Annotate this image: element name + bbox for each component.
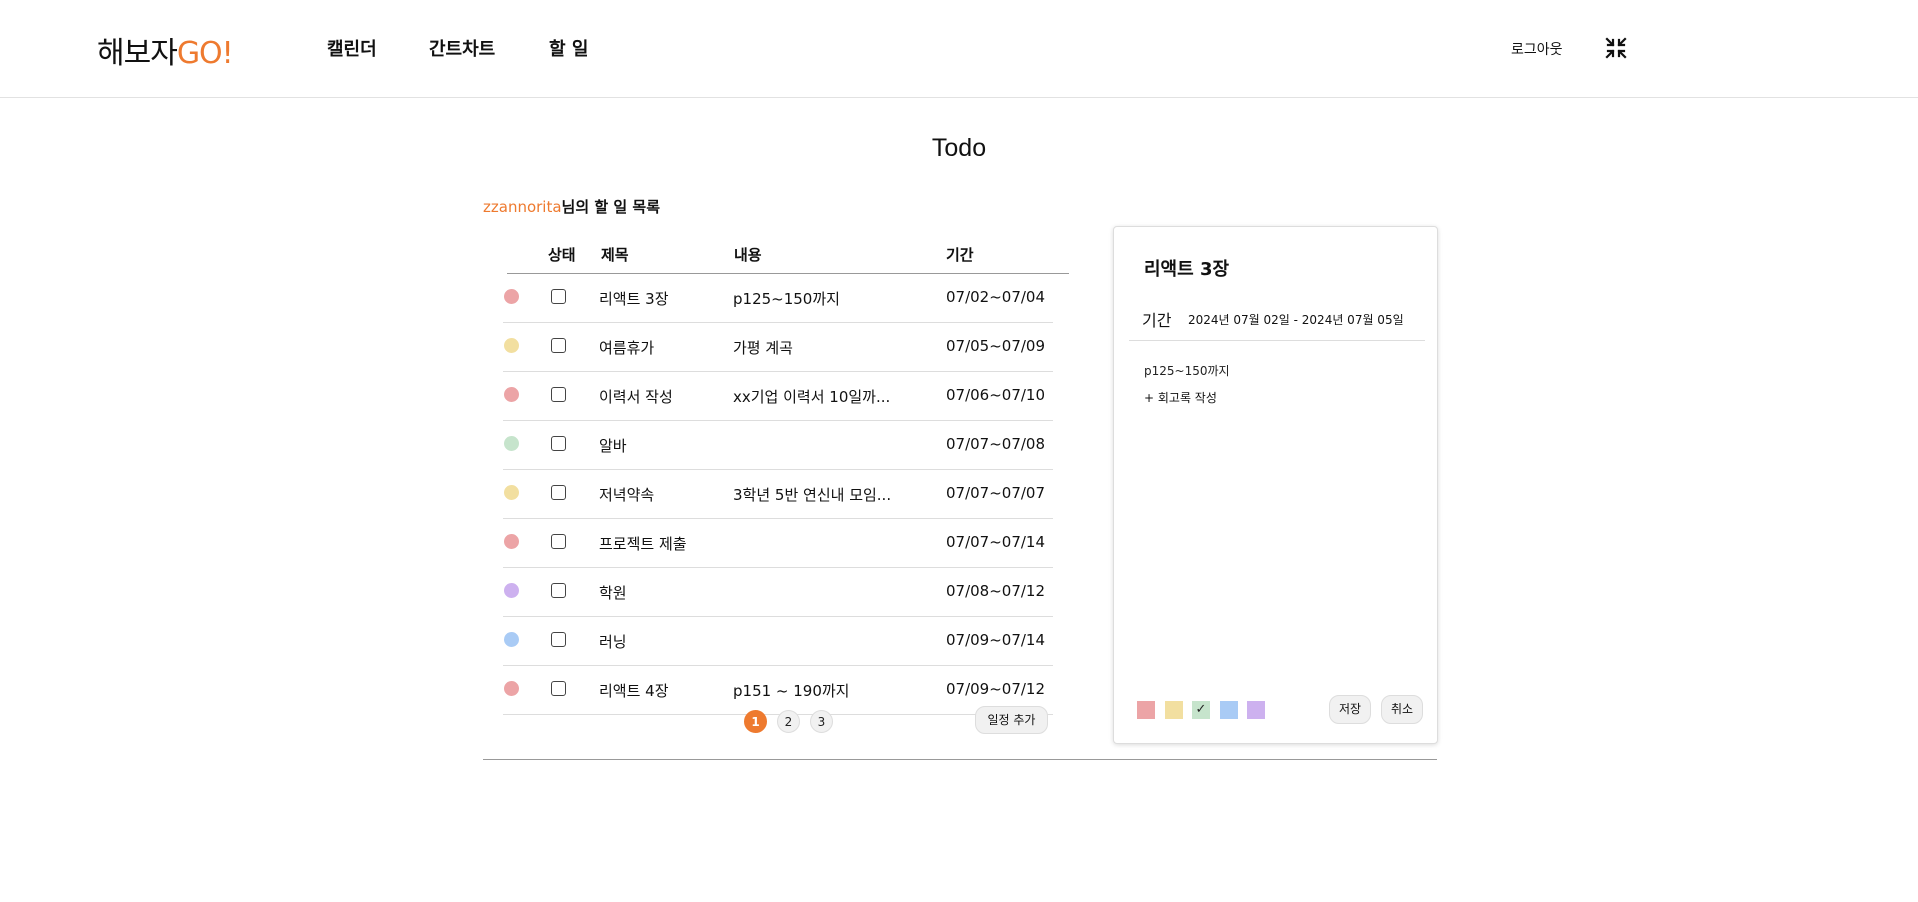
row-title: 러닝 (599, 633, 627, 651)
row-title: 학원 (599, 584, 627, 602)
logo-text: 해보자 (97, 36, 178, 71)
row-period: 07/06~07/10 (946, 386, 1046, 404)
complete-checkbox[interactable] (551, 534, 566, 549)
detail-period-value[interactable]: 2024년 07월 02일 - 2024년 07월 05일 (1188, 311, 1404, 328)
cancel-button[interactable]: 취소 (1381, 695, 1423, 724)
color-swatch-green[interactable]: ✓ (1192, 701, 1210, 719)
row-content: 3학년 5반 연신내 모임... (733, 486, 892, 504)
detail-content[interactable]: p125~150까지 (1144, 362, 1230, 379)
status-dot (504, 534, 519, 549)
page-2-button[interactable]: 2 (777, 710, 800, 733)
nav-calendar[interactable]: 캘린더 (327, 35, 377, 61)
collapse-arrows-icon[interactable] (1604, 36, 1628, 60)
username: zzannorita (483, 198, 562, 216)
status-dot (504, 436, 519, 451)
row-content: xx기업 이력서 10일까... (733, 388, 891, 406)
row-content: 가평 계곡 (733, 339, 793, 357)
row-period: 07/07~07/07 (946, 484, 1046, 502)
header-title: 제목 (601, 246, 629, 264)
color-swatch-red[interactable] (1137, 701, 1155, 719)
app-logo[interactable]: 해보자GO! (97, 28, 234, 72)
row-title: 알바 (599, 437, 627, 455)
complete-checkbox[interactable] (551, 583, 566, 598)
row-period: 07/05~07/09 (946, 337, 1046, 355)
complete-checkbox[interactable] (551, 436, 566, 451)
check-icon: ✓ (1195, 702, 1207, 717)
table-row[interactable]: 저녁약속 3학년 5반 연신내 모임... 07/07~07/07 (503, 470, 1053, 519)
row-title: 리액트 4장 (599, 682, 669, 700)
top-header: 해보자GO! 캘린더 간트차트 할 일 로그아웃 (0, 0, 1918, 98)
status-dot (504, 289, 519, 304)
status-dot (504, 583, 519, 598)
complete-checkbox[interactable] (551, 485, 566, 500)
add-schedule-button[interactable]: 일정 추가 (975, 706, 1048, 734)
row-period: 07/09~07/12 (946, 680, 1046, 698)
row-title: 프로젝트 제출 (599, 535, 687, 553)
complete-checkbox[interactable] (551, 338, 566, 353)
status-dot (504, 681, 519, 696)
row-period: 07/07~07/14 (946, 533, 1046, 551)
row-period: 07/07~07/08 (946, 435, 1046, 453)
divider (483, 759, 1437, 760)
table-row[interactable]: 프로젝트 제출 07/07~07/14 (503, 519, 1053, 568)
page-3-button[interactable]: 3 (810, 710, 833, 733)
table-row[interactable]: 알바 07/07~07/08 (503, 421, 1053, 470)
row-title: 저녁약속 (599, 486, 655, 504)
row-content: p125~150까지 (733, 290, 840, 308)
owner-suffix: 님의 할 일 목록 (561, 198, 661, 216)
complete-checkbox[interactable] (551, 632, 566, 647)
page-title: Todo (931, 134, 987, 162)
row-period: 07/09~07/14 (946, 631, 1046, 649)
table-row[interactable]: 학원 07/08~07/12 (503, 568, 1053, 617)
nav-gantt-chart[interactable]: 간트차트 (429, 35, 495, 61)
complete-checkbox[interactable] (551, 289, 566, 304)
detail-title: 리액트 3장 (1144, 259, 1230, 280)
color-swatch-purple[interactable] (1247, 701, 1265, 719)
row-period: 07/02~07/04 (946, 288, 1046, 306)
table-row[interactable]: 러닝 07/09~07/14 (503, 617, 1053, 666)
color-swatch-blue[interactable] (1220, 701, 1238, 719)
detail-divider (1129, 340, 1425, 341)
status-dot (504, 387, 519, 402)
color-swatch-yellow[interactable] (1165, 701, 1183, 719)
header-status: 상태 (548, 246, 576, 264)
nav-todo[interactable]: 할 일 (549, 35, 588, 61)
row-period: 07/08~07/12 (946, 582, 1046, 600)
write-review-link[interactable]: + 회고록 작성 (1144, 389, 1217, 406)
logo-go: GO! (176, 36, 234, 71)
page-1-button[interactable]: 1 (744, 710, 767, 733)
row-title: 리액트 3장 (599, 290, 669, 308)
table-row[interactable]: 리액트 3장 p125~150까지 07/02~07/04 (503, 274, 1053, 323)
header-content: 내용 (734, 246, 762, 264)
row-content: p151 ~ 190까지 (733, 682, 850, 700)
complete-checkbox[interactable] (551, 681, 566, 696)
table-row[interactable]: 여름휴가 가평 계곡 07/05~07/09 (503, 323, 1053, 372)
todo-detail-panel: 리액트 3장 기간 2024년 07월 02일 - 2024년 07월 05일 … (1113, 226, 1438, 744)
logout-button[interactable]: 로그아웃 (1511, 39, 1563, 59)
detail-period-label: 기간 (1142, 311, 1172, 330)
status-dot (504, 485, 519, 500)
row-title: 여름휴가 (599, 339, 655, 357)
table-row[interactable]: 리액트 4장 p151 ~ 190까지 07/09~07/12 (503, 666, 1053, 715)
list-owner-heading: zzannorita님의 할 일 목록 (483, 196, 660, 217)
status-dot (504, 338, 519, 353)
todo-table-header: 상태 제목 내용 기간 (507, 243, 1069, 274)
table-row[interactable]: 이력서 작성 xx기업 이력서 10일까... 07/06~07/10 (503, 372, 1053, 421)
status-dot (504, 632, 519, 647)
complete-checkbox[interactable] (551, 387, 566, 402)
header-period: 기간 (946, 246, 974, 264)
row-title: 이력서 작성 (599, 388, 673, 406)
save-button[interactable]: 저장 (1329, 695, 1371, 724)
